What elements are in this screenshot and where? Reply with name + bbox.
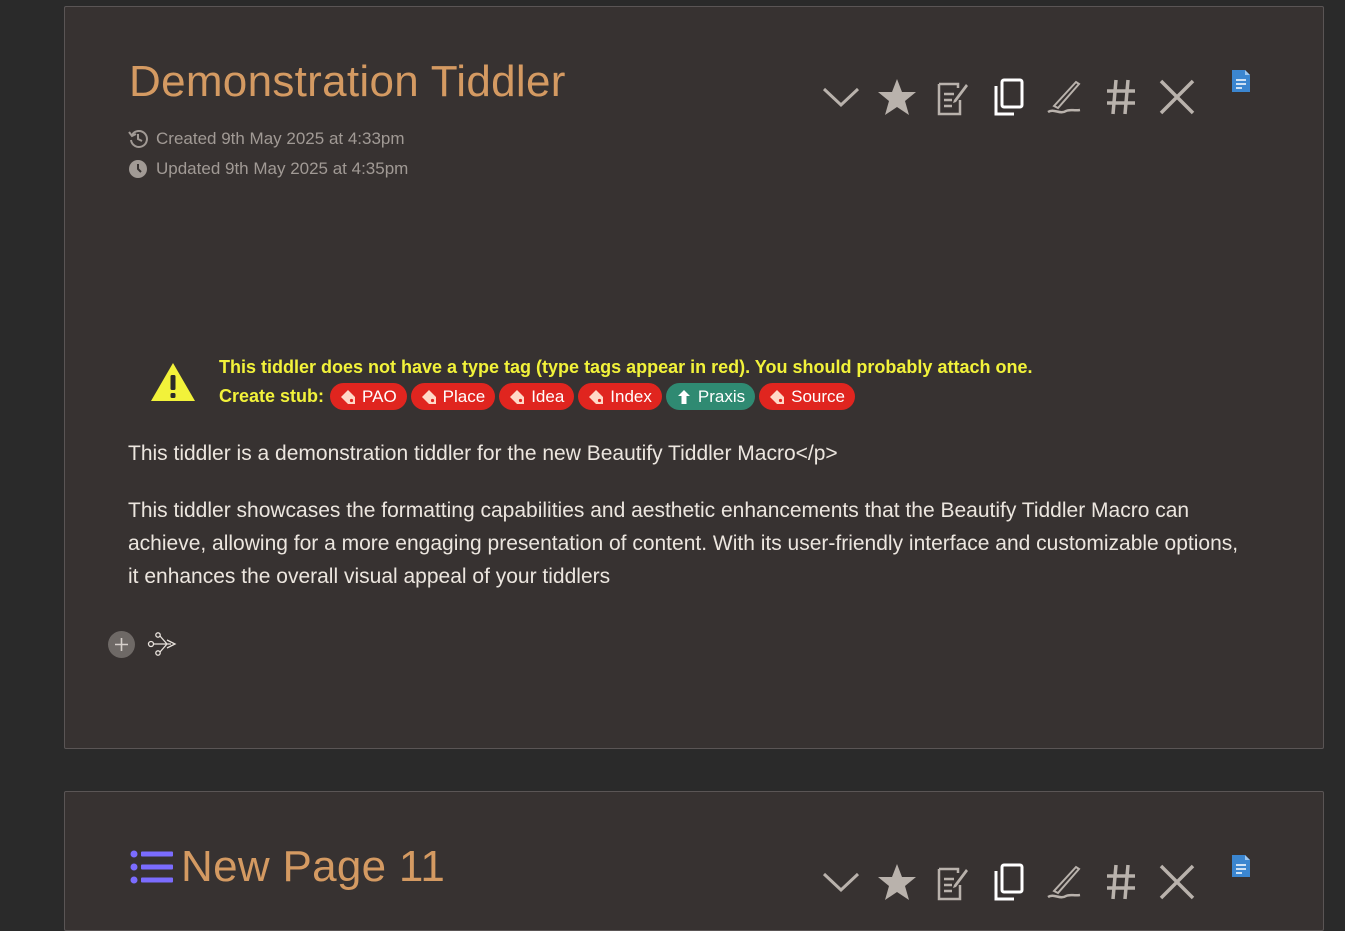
tag-icon (341, 389, 356, 404)
tag-label: Praxis (697, 386, 746, 406)
copy-icon (994, 863, 1024, 901)
edit-icon (1047, 865, 1081, 899)
add-button[interactable] (108, 631, 135, 658)
stub-tag-pao[interactable]: PAO (330, 383, 407, 410)
copy-button[interactable] (981, 75, 1037, 119)
plus-icon (115, 638, 128, 651)
fold-button[interactable] (813, 75, 869, 119)
tiddler-title[interactable]: Demonstration Tiddler (129, 57, 566, 107)
close-icon (1159, 864, 1195, 900)
copy-icon (994, 78, 1024, 116)
tag-label: Index (610, 386, 652, 406)
stub-tag-place[interactable]: Place (410, 383, 496, 410)
tag-button[interactable] (1093, 75, 1149, 119)
body-paragraph-2: This tiddler showcases the formatting ca… (128, 499, 1239, 588)
stub-tag-source[interactable]: Source (759, 383, 855, 410)
list-icon (129, 849, 175, 885)
tiddler-title[interactable]: New Page 11 (129, 842, 445, 892)
edit-button[interactable] (1037, 860, 1093, 904)
updated-text: Updated 9th May 2025 at 4:35pm (156, 159, 409, 178)
connections-button[interactable] (147, 631, 179, 662)
export-icon (937, 867, 968, 901)
stub-tag-praxis[interactable]: Praxis (665, 383, 756, 410)
tag-label: PAO (362, 386, 397, 406)
hash-icon (1107, 864, 1135, 900)
document-button[interactable] (1221, 853, 1261, 897)
tag-label: Place (442, 386, 486, 406)
stub-tag-idea[interactable]: Idea (499, 383, 575, 410)
favorite-button[interactable] (869, 860, 925, 904)
export-icon (937, 82, 968, 116)
chevron-down-icon (822, 87, 860, 108)
fold-button[interactable] (813, 860, 869, 904)
close-button[interactable] (1149, 860, 1205, 904)
tiddler-footer (108, 627, 179, 662)
tiddler-toolbar (813, 855, 1261, 904)
chevron-down-icon (822, 872, 860, 893)
stub-label: Create stub: (219, 386, 325, 406)
created-text: Created 9th May 2025 at 4:33pm (156, 129, 405, 148)
tag-icon (421, 389, 436, 404)
tiddler-new-page-11: New Page 11 (64, 791, 1324, 931)
tag-button[interactable] (1093, 860, 1149, 904)
warning-message: This tiddler does not have a type tag (t… (219, 356, 1033, 377)
body-paragraph-1: This tiddler is a demonstration tiddler … (128, 442, 838, 465)
tag-label: Source (791, 386, 845, 406)
tag-icon (510, 389, 525, 404)
pointer-icon (677, 389, 690, 404)
clock-icon (129, 160, 147, 178)
star-icon (878, 864, 916, 900)
history-icon (128, 130, 148, 148)
hash-icon (1107, 79, 1135, 115)
tag-icon (589, 389, 604, 404)
close-icon (1159, 79, 1195, 115)
document-button[interactable] (1221, 68, 1261, 112)
title-text: New Page 11 (181, 842, 446, 891)
stub-row: Create stub: PAO Place Idea Index Praxis… (219, 383, 1032, 410)
copy-button[interactable] (981, 860, 1037, 904)
edit-button[interactable] (1037, 75, 1093, 119)
document-icon (1232, 70, 1250, 92)
updated-date: Updated 9th May 2025 at 4:35pm (128, 159, 408, 179)
stub-tag-index[interactable]: Index (578, 383, 662, 410)
tag-label: Idea (531, 386, 565, 406)
warning-icon (151, 363, 195, 401)
document-icon (1232, 855, 1250, 877)
created-date: Created 9th May 2025 at 4:33pm (128, 129, 405, 149)
close-button[interactable] (1149, 75, 1205, 119)
export-button[interactable] (925, 75, 981, 119)
tiddler-demonstration: Demonstration Tiddler Created 9th May 20… (64, 6, 1324, 749)
export-button[interactable] (925, 860, 981, 904)
favorite-button[interactable] (869, 75, 925, 119)
edit-icon (1047, 80, 1081, 114)
star-icon (878, 79, 916, 115)
tag-icon (770, 389, 785, 404)
connections-icon (147, 632, 177, 656)
tiddler-toolbar (813, 70, 1261, 119)
type-tag-warning: This tiddler does not have a type tag (t… (149, 353, 1032, 410)
